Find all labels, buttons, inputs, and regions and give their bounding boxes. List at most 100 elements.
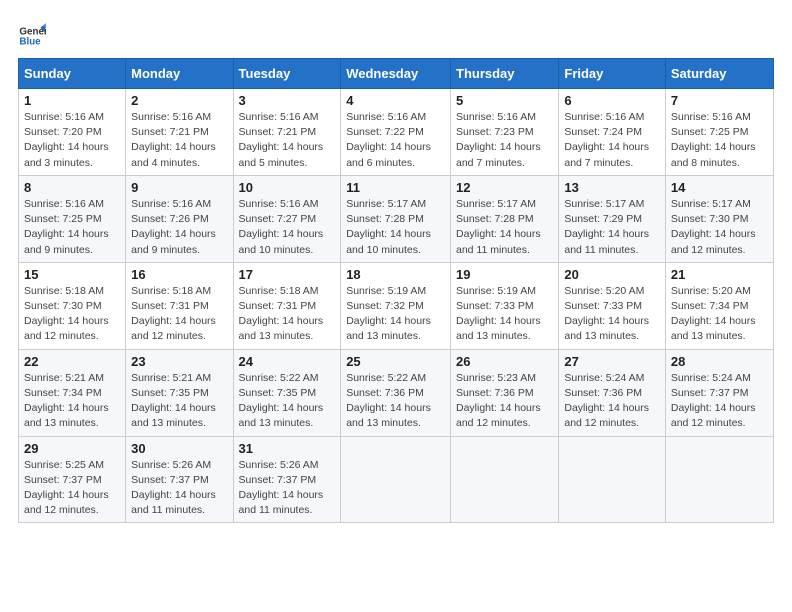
day-info: Sunrise: 5:16 AMSunset: 7:27 PMDaylight:…	[239, 197, 336, 258]
day-info: Sunrise: 5:16 AMSunset: 7:25 PMDaylight:…	[671, 110, 768, 171]
header-cell-monday: Monday	[126, 59, 233, 89]
day-number: 1	[24, 93, 120, 108]
day-cell: 25 Sunrise: 5:22 AMSunset: 7:36 PMDaylig…	[341, 349, 451, 436]
day-info: Sunrise: 5:17 AMSunset: 7:28 PMDaylight:…	[456, 197, 553, 258]
day-cell: 18 Sunrise: 5:19 AMSunset: 7:32 PMDaylig…	[341, 262, 451, 349]
day-cell: 4 Sunrise: 5:16 AMSunset: 7:22 PMDayligh…	[341, 89, 451, 176]
day-number: 11	[346, 180, 445, 195]
day-info: Sunrise: 5:17 AMSunset: 7:30 PMDaylight:…	[671, 197, 768, 258]
day-cell: 22 Sunrise: 5:21 AMSunset: 7:34 PMDaylig…	[19, 349, 126, 436]
week-row-5: 29 Sunrise: 5:25 AMSunset: 7:37 PMDaylig…	[19, 436, 774, 523]
day-number: 7	[671, 93, 768, 108]
page: General Blue SundayMondayTuesdayWednesda…	[0, 0, 792, 612]
day-number: 27	[564, 354, 660, 369]
day-info: Sunrise: 5:16 AMSunset: 7:21 PMDaylight:…	[239, 110, 336, 171]
day-number: 31	[239, 441, 336, 456]
day-number: 20	[564, 267, 660, 282]
day-cell: 13 Sunrise: 5:17 AMSunset: 7:29 PMDaylig…	[559, 175, 666, 262]
day-cell: 27 Sunrise: 5:24 AMSunset: 7:36 PMDaylig…	[559, 349, 666, 436]
day-info: Sunrise: 5:25 AMSunset: 7:37 PMDaylight:…	[24, 458, 120, 519]
logo-icon: General Blue	[18, 22, 46, 50]
day-info: Sunrise: 5:16 AMSunset: 7:25 PMDaylight:…	[24, 197, 120, 258]
day-number: 14	[671, 180, 768, 195]
day-info: Sunrise: 5:18 AMSunset: 7:31 PMDaylight:…	[239, 284, 336, 345]
day-number: 30	[131, 441, 227, 456]
day-cell: 24 Sunrise: 5:22 AMSunset: 7:35 PMDaylig…	[233, 349, 341, 436]
day-cell: 17 Sunrise: 5:18 AMSunset: 7:31 PMDaylig…	[233, 262, 341, 349]
day-cell: 6 Sunrise: 5:16 AMSunset: 7:24 PMDayligh…	[559, 89, 666, 176]
week-row-1: 1 Sunrise: 5:16 AMSunset: 7:20 PMDayligh…	[19, 89, 774, 176]
header-row: SundayMondayTuesdayWednesdayThursdayFrid…	[19, 59, 774, 89]
day-cell: 26 Sunrise: 5:23 AMSunset: 7:36 PMDaylig…	[451, 349, 559, 436]
day-cell: 9 Sunrise: 5:16 AMSunset: 7:26 PMDayligh…	[126, 175, 233, 262]
day-number: 25	[346, 354, 445, 369]
header-cell-saturday: Saturday	[665, 59, 773, 89]
day-info: Sunrise: 5:26 AMSunset: 7:37 PMDaylight:…	[239, 458, 336, 519]
day-number: 13	[564, 180, 660, 195]
day-number: 16	[131, 267, 227, 282]
day-cell: 1 Sunrise: 5:16 AMSunset: 7:20 PMDayligh…	[19, 89, 126, 176]
day-info: Sunrise: 5:16 AMSunset: 7:20 PMDaylight:…	[24, 110, 120, 171]
day-cell: 29 Sunrise: 5:25 AMSunset: 7:37 PMDaylig…	[19, 436, 126, 523]
day-number: 5	[456, 93, 553, 108]
day-info: Sunrise: 5:21 AMSunset: 7:34 PMDaylight:…	[24, 371, 120, 432]
day-cell: 23 Sunrise: 5:21 AMSunset: 7:35 PMDaylig…	[126, 349, 233, 436]
day-info: Sunrise: 5:24 AMSunset: 7:37 PMDaylight:…	[671, 371, 768, 432]
day-cell: 16 Sunrise: 5:18 AMSunset: 7:31 PMDaylig…	[126, 262, 233, 349]
day-info: Sunrise: 5:20 AMSunset: 7:34 PMDaylight:…	[671, 284, 768, 345]
day-cell: 20 Sunrise: 5:20 AMSunset: 7:33 PMDaylig…	[559, 262, 666, 349]
header-area: General Blue	[18, 18, 774, 50]
header-cell-friday: Friday	[559, 59, 666, 89]
header-cell-sunday: Sunday	[19, 59, 126, 89]
day-cell: 15 Sunrise: 5:18 AMSunset: 7:30 PMDaylig…	[19, 262, 126, 349]
day-cell: 21 Sunrise: 5:20 AMSunset: 7:34 PMDaylig…	[665, 262, 773, 349]
day-info: Sunrise: 5:18 AMSunset: 7:31 PMDaylight:…	[131, 284, 227, 345]
day-cell: 2 Sunrise: 5:16 AMSunset: 7:21 PMDayligh…	[126, 89, 233, 176]
day-number: 21	[671, 267, 768, 282]
day-number: 26	[456, 354, 553, 369]
day-number: 15	[24, 267, 120, 282]
logo: General Blue	[18, 22, 46, 50]
header-cell-wednesday: Wednesday	[341, 59, 451, 89]
day-number: 23	[131, 354, 227, 369]
day-number: 28	[671, 354, 768, 369]
day-info: Sunrise: 5:23 AMSunset: 7:36 PMDaylight:…	[456, 371, 553, 432]
day-info: Sunrise: 5:16 AMSunset: 7:21 PMDaylight:…	[131, 110, 227, 171]
day-cell	[341, 436, 451, 523]
day-cell: 12 Sunrise: 5:17 AMSunset: 7:28 PMDaylig…	[451, 175, 559, 262]
day-cell: 14 Sunrise: 5:17 AMSunset: 7:30 PMDaylig…	[665, 175, 773, 262]
day-info: Sunrise: 5:20 AMSunset: 7:33 PMDaylight:…	[564, 284, 660, 345]
day-cell: 28 Sunrise: 5:24 AMSunset: 7:37 PMDaylig…	[665, 349, 773, 436]
week-row-4: 22 Sunrise: 5:21 AMSunset: 7:34 PMDaylig…	[19, 349, 774, 436]
day-cell: 11 Sunrise: 5:17 AMSunset: 7:28 PMDaylig…	[341, 175, 451, 262]
day-info: Sunrise: 5:16 AMSunset: 7:23 PMDaylight:…	[456, 110, 553, 171]
day-number: 6	[564, 93, 660, 108]
day-cell: 31 Sunrise: 5:26 AMSunset: 7:37 PMDaylig…	[233, 436, 341, 523]
day-info: Sunrise: 5:22 AMSunset: 7:35 PMDaylight:…	[239, 371, 336, 432]
calendar-table: SundayMondayTuesdayWednesdayThursdayFrid…	[18, 58, 774, 523]
day-number: 29	[24, 441, 120, 456]
day-info: Sunrise: 5:16 AMSunset: 7:26 PMDaylight:…	[131, 197, 227, 258]
day-cell	[451, 436, 559, 523]
day-number: 4	[346, 93, 445, 108]
day-cell: 10 Sunrise: 5:16 AMSunset: 7:27 PMDaylig…	[233, 175, 341, 262]
day-cell	[559, 436, 666, 523]
day-info: Sunrise: 5:19 AMSunset: 7:33 PMDaylight:…	[456, 284, 553, 345]
day-number: 24	[239, 354, 336, 369]
day-info: Sunrise: 5:18 AMSunset: 7:30 PMDaylight:…	[24, 284, 120, 345]
day-info: Sunrise: 5:16 AMSunset: 7:24 PMDaylight:…	[564, 110, 660, 171]
header-cell-tuesday: Tuesday	[233, 59, 341, 89]
svg-text:Blue: Blue	[19, 36, 41, 47]
day-cell: 30 Sunrise: 5:26 AMSunset: 7:37 PMDaylig…	[126, 436, 233, 523]
day-number: 17	[239, 267, 336, 282]
week-row-3: 15 Sunrise: 5:18 AMSunset: 7:30 PMDaylig…	[19, 262, 774, 349]
day-info: Sunrise: 5:24 AMSunset: 7:36 PMDaylight:…	[564, 371, 660, 432]
week-row-2: 8 Sunrise: 5:16 AMSunset: 7:25 PMDayligh…	[19, 175, 774, 262]
day-cell	[665, 436, 773, 523]
day-info: Sunrise: 5:26 AMSunset: 7:37 PMDaylight:…	[131, 458, 227, 519]
day-info: Sunrise: 5:17 AMSunset: 7:29 PMDaylight:…	[564, 197, 660, 258]
day-number: 2	[131, 93, 227, 108]
day-info: Sunrise: 5:19 AMSunset: 7:32 PMDaylight:…	[346, 284, 445, 345]
day-cell: 3 Sunrise: 5:16 AMSunset: 7:21 PMDayligh…	[233, 89, 341, 176]
day-number: 10	[239, 180, 336, 195]
